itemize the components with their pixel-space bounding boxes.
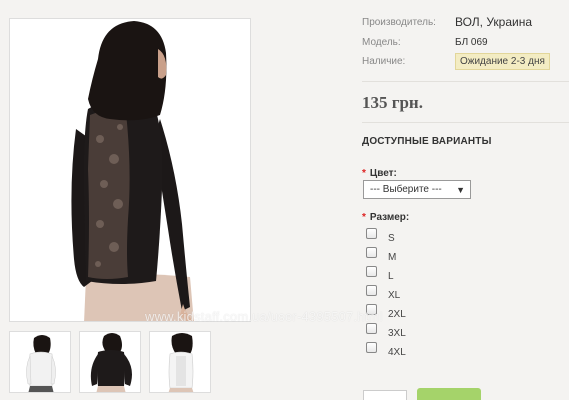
size-option-label: XL — [388, 290, 401, 301]
size-label-text: Размер: — [369, 212, 410, 223]
availability-row: Наличие: Ожидание 2-3 дня — [362, 53, 550, 70]
model-value: БЛ 069 — [455, 37, 488, 48]
color-option-label: * Цвет: — [362, 168, 397, 179]
availability-label: Наличие: — [362, 56, 406, 67]
model-label: Модель: — [362, 37, 401, 48]
main-product-image[interactable] — [9, 18, 251, 322]
required-marker: * — [362, 168, 366, 179]
size-option-label: 3XL — [388, 328, 406, 339]
size-option-label: 4XL — [388, 347, 406, 358]
quantity-input[interactable] — [363, 390, 407, 400]
thumbnail-white-back[interactable] — [149, 331, 211, 393]
thumbnail-image-white — [10, 332, 70, 392]
size-option-s[interactable]: S — [366, 226, 406, 245]
size-option-3xl[interactable]: 3XL — [366, 321, 406, 340]
divider — [362, 122, 569, 123]
size-option-label: M — [388, 252, 397, 263]
size-option-label: L — [388, 271, 394, 282]
thumbnail-white-top[interactable] — [9, 331, 71, 393]
thumbnail-image-black — [80, 332, 140, 392]
size-checkbox[interactable] — [366, 285, 377, 296]
availability-badge: Ожидание 2-3 дня — [455, 53, 550, 70]
color-label-text: Цвет: — [369, 168, 397, 179]
size-checkbox-list: S M L XL 2XL 3XL 4XL — [366, 226, 406, 359]
thumbnail-gallery — [9, 331, 211, 393]
options-heading: ДОСТУПНЫЕ ВАРИАНТЫ — [362, 136, 492, 147]
size-option-2xl[interactable]: 2XL — [366, 302, 406, 321]
required-marker: * — [362, 212, 366, 223]
thumbnail-image-white-back — [150, 332, 210, 392]
size-checkbox[interactable] — [366, 266, 377, 277]
size-checkbox[interactable] — [366, 304, 377, 315]
size-option-label: * Размер: — [362, 212, 409, 223]
add-to-cart-button[interactable] — [417, 388, 481, 400]
size-option-label: S — [388, 233, 395, 244]
model-row: Модель: БЛ 069 — [362, 37, 488, 48]
dropdown-arrow-icon: ▼ — [456, 184, 465, 195]
color-select-value: --- Выберите --- — [370, 184, 442, 195]
size-checkbox[interactable] — [366, 247, 377, 258]
product-price: 135 грн. — [362, 93, 423, 112]
size-option-label: 2XL — [388, 309, 406, 320]
divider — [362, 81, 569, 82]
size-checkbox[interactable] — [366, 228, 377, 239]
size-checkbox[interactable] — [366, 323, 377, 334]
thumbnail-black-top[interactable] — [79, 331, 141, 393]
manufacturer-row: Производитель: ВОЛ, Украина — [362, 15, 532, 29]
size-option-4xl[interactable]: 4XL — [366, 340, 406, 359]
manufacturer-label: Производитель: — [362, 16, 436, 28]
product-photo-back-view — [10, 19, 250, 321]
size-option-m[interactable]: M — [366, 245, 406, 264]
size-option-xl[interactable]: XL — [366, 283, 406, 302]
size-option-l[interactable]: L — [366, 264, 406, 283]
color-select[interactable]: --- Выберите --- ▼ — [363, 180, 471, 199]
manufacturer-link[interactable]: ВОЛ, Украина — [455, 15, 532, 29]
size-checkbox[interactable] — [366, 342, 377, 353]
